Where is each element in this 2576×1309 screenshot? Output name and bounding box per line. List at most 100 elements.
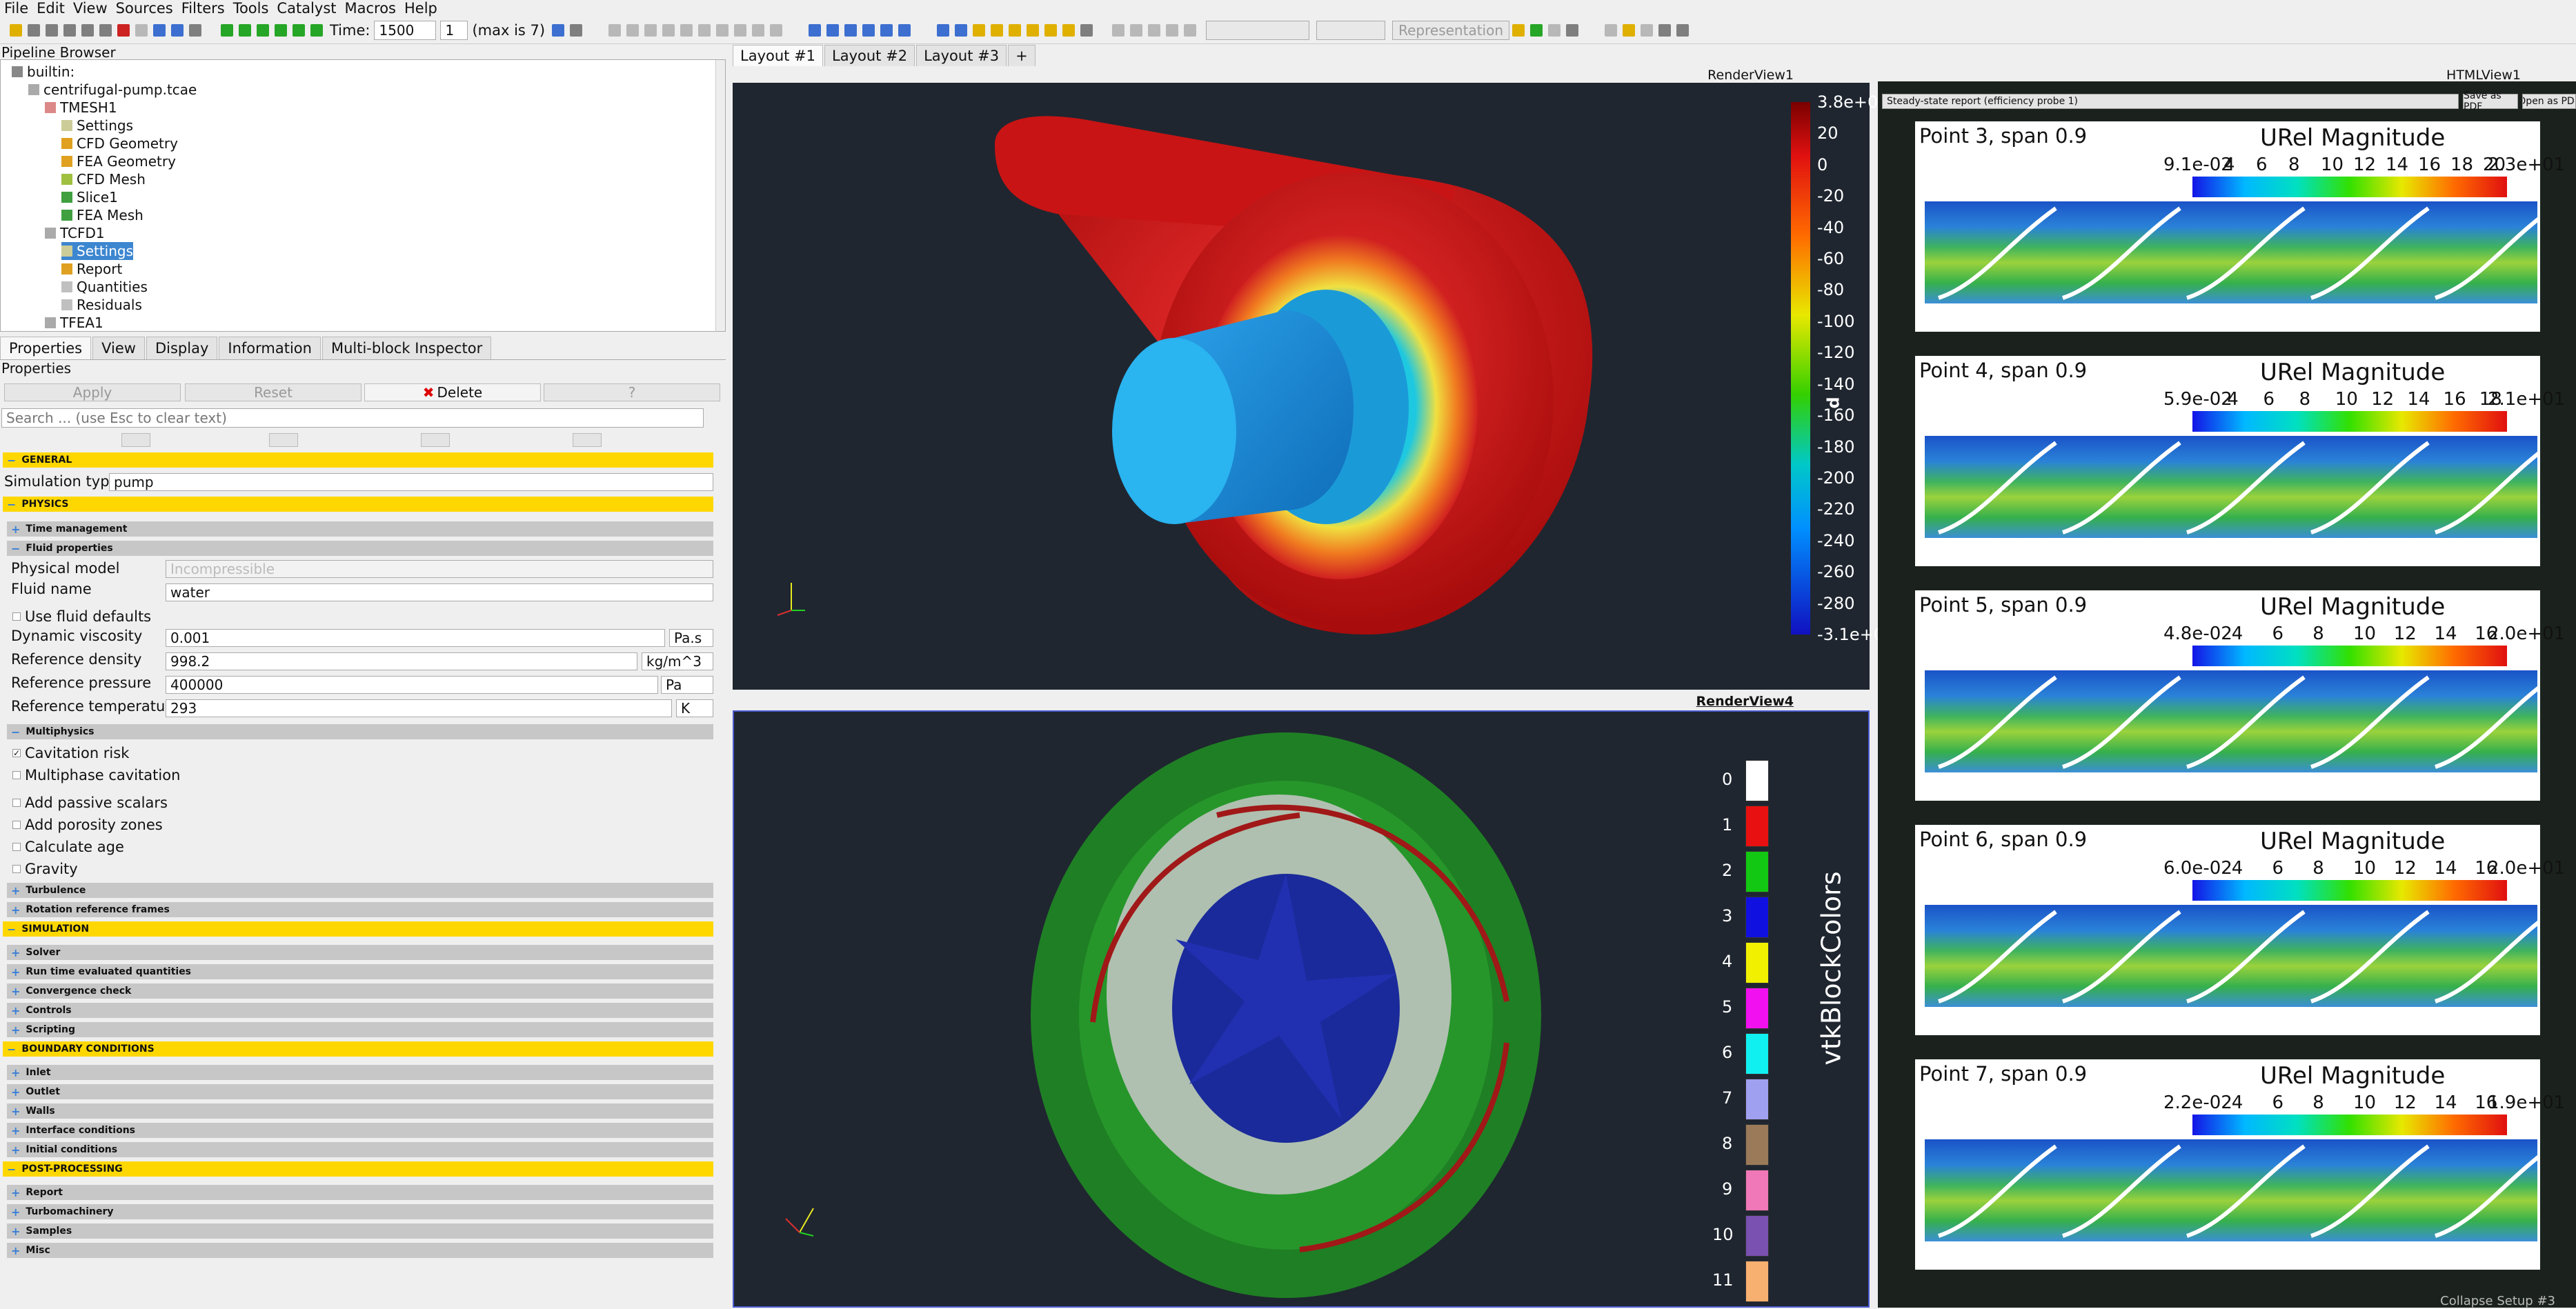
zoom-closest-icon[interactable] [570,23,583,37]
camera-redo-icon[interactable] [171,23,184,37]
record-icon[interactable] [1658,23,1672,37]
reset-button[interactable]: Reset [185,383,361,401]
use-fluid-defaults-checkbox[interactable] [12,612,21,621]
delete-button[interactable]: ✖ Delete [364,383,541,401]
dynamic-viscosity-input[interactable]: 0.001 [166,629,665,647]
loop-icon[interactable] [310,23,323,37]
zoom-to-box-icon[interactable] [955,23,968,37]
axis-plus-y-icon[interactable] [1009,23,1022,37]
tab-layout-2[interactable]: Layout #2 [824,45,915,66]
menu-tools[interactable]: Tools [233,0,269,17]
load-state-icon[interactable] [46,23,58,37]
properties-search-input[interactable]: Search ... (use Esc to clear text) [1,408,704,428]
pipeline-item[interactable]: builtin: [12,63,75,81]
next-frame-icon[interactable] [275,23,287,37]
view-icon-6[interactable] [898,23,911,37]
edit-icon[interactable] [1605,23,1618,37]
mapping-icon-1[interactable] [1112,23,1125,37]
group-multiphysics[interactable]: − Multiphysics [7,724,713,739]
tab-multiblock-inspector[interactable]: Multi-block Inspector [321,337,492,359]
section-boundary-conditions[interactable]: − BOUNDARY CONDITIONS [3,1041,713,1057]
renderview4-title[interactable]: RenderView4 [1696,694,1794,709]
pipeline-item[interactable]: centrifugal-pump.tcae [28,81,197,99]
render-view-1[interactable]: 3.8e+01 20 0 -20 -40 -60 -80 -100 -120 -140 -160 -1… [733,83,1894,690]
python-icon[interactable] [1676,23,1690,37]
group-report[interactable]: + Report [7,1185,713,1200]
group-solver[interactable]: + Solver [7,945,713,960]
component-select[interactable] [1316,20,1386,40]
group-misc[interactable]: + Misc [7,1243,713,1258]
pipeline-item[interactable]: TFEA1 [45,314,103,332]
reference-temperature-input[interactable]: 293 [166,699,672,717]
passive-scalars-checkbox[interactable] [12,799,21,807]
axis-minus-x-icon[interactable] [991,23,1004,37]
axis-minus-y-icon[interactable] [1027,23,1040,37]
sim-type-select[interactable]: pump [109,473,713,491]
group-interface-conditions[interactable]: + Interface conditions [7,1123,713,1138]
group-outlet[interactable]: + Outlet [7,1084,713,1099]
filter-icon-5[interactable] [680,23,693,37]
time-step-input[interactable]: 1 [440,20,468,40]
pipeline-item[interactable]: FEA Mesh [61,206,143,224]
section-general[interactable]: − GENERAL [3,452,713,468]
paste-props-button[interactable] [269,433,298,447]
pipeline-item[interactable]: Settings [61,242,134,260]
ruler-icon[interactable] [1623,23,1636,37]
copy-props-button[interactable] [121,433,150,447]
filter-icon-4[interactable] [662,23,675,37]
menu-file[interactable]: File [4,0,28,17]
tab-layout-1[interactable]: Layout #1 [733,45,824,66]
pipeline-item[interactable]: TCFD1 [45,224,105,242]
find-data-icon[interactable] [1566,23,1579,37]
multiphase-cavitation-checkbox[interactable] [12,771,21,779]
pipeline-item[interactable]: CFD Mesh [61,170,146,188]
report-select[interactable]: Steady-state report (efficiency probe 1) [1882,94,2459,109]
group-turbulence[interactable]: + Turbulence [7,883,713,898]
group-inlet[interactable]: + Inlet [7,1065,713,1080]
group-time-management[interactable]: + Time management [7,521,713,537]
tab-display[interactable]: Display [146,337,218,359]
play-icon[interactable] [257,23,269,37]
group-run-time-quantities[interactable]: + Run time evaluated quantities [7,964,713,979]
reference-temperature-unit[interactable]: K [676,699,713,717]
axis-plus-z-icon[interactable] [1044,23,1058,37]
reference-density-unit[interactable]: kg/m^3 [642,652,713,670]
pipeline-item[interactable]: Residuals [61,296,142,314]
previous-frame-icon[interactable] [239,23,251,37]
section-physics[interactable]: − PHYSICS [3,497,713,512]
tab-layout-3[interactable]: Layout #3 [916,45,1007,66]
representation-select[interactable]: Representation [1392,20,1510,40]
mapping-icon-3[interactable] [1148,23,1161,37]
htmlview-title[interactable]: HTMLView1 [2446,68,2521,83]
pipeline-item[interactable]: Report [61,260,122,278]
last-frame-icon[interactable] [293,23,305,37]
pipeline-item[interactable]: TMESH1 [45,99,117,117]
save-data-icon[interactable] [28,23,40,37]
view-icon-3[interactable] [844,23,858,37]
clear-icon[interactable] [1641,23,1654,37]
apply-button[interactable]: Apply [4,383,181,401]
renderview1-title[interactable]: RenderView1 [1707,68,1794,83]
save-as-pdf-button[interactable]: Save as PDF [2463,90,2518,112]
menu-view[interactable]: View [73,0,108,17]
filter-icon-1[interactable] [608,23,622,37]
render-view-4[interactable]: 0 1 2 3 4 5 6 7 8 9 10 11 vtkBlockColors [733,710,1870,1308]
save-defaults-button[interactable] [573,433,602,447]
tab-information[interactable]: Information [219,337,321,359]
reference-pressure-input[interactable]: 400000 [166,676,658,694]
tab-properties[interactable]: Properties [0,337,92,359]
view-icon-1[interactable] [809,23,822,37]
settings-icon[interactable] [189,23,201,37]
add-layout-tab[interactable]: + [1008,45,1036,66]
filter-icon-8[interactable] [734,23,747,37]
mapping-icon-5[interactable] [1184,23,1197,37]
filter-icon-6[interactable] [698,23,711,37]
axis-minus-z-icon[interactable] [1062,23,1076,37]
calculate-age-checkbox[interactable] [12,843,21,851]
group-turbomachinery[interactable]: + Turbomachinery [7,1204,713,1219]
section-post-processing[interactable]: − POST-PROCESSING [3,1161,713,1177]
interact-icon-2[interactable] [1548,23,1561,37]
group-walls[interactable]: + Walls [7,1103,713,1119]
reset-camera-icon[interactable] [937,23,950,37]
first-frame-icon[interactable] [221,23,233,37]
